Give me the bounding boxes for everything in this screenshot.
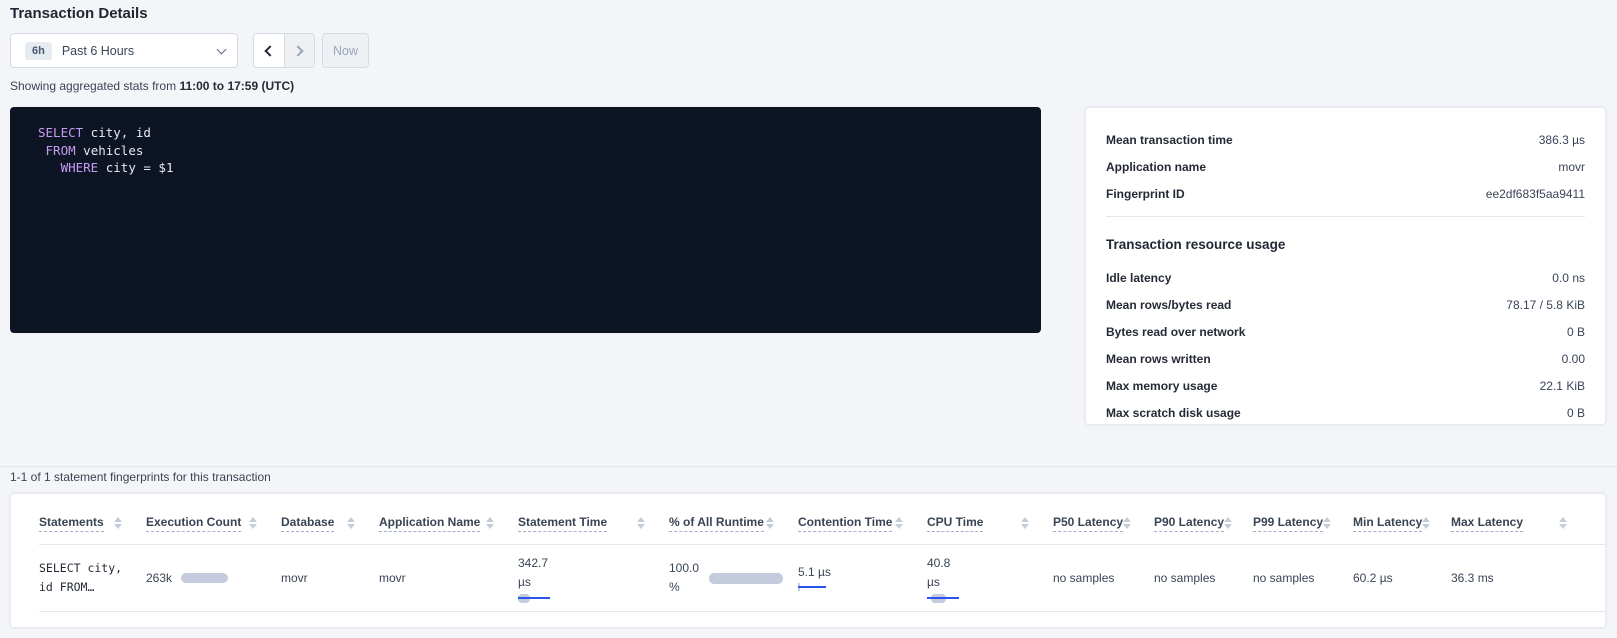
application-name-cell: movr <box>379 571 518 585</box>
min-latency-cell: 60.2 µs <box>1353 571 1451 585</box>
resource-value: 0 B <box>1567 325 1585 339</box>
sort-icon <box>1123 517 1131 529</box>
execution-count-cell: 263k <box>146 571 281 585</box>
database-cell: movr <box>281 571 379 585</box>
column-header-p90-latency[interactable]: P90 Latency <box>1154 515 1253 544</box>
sql-line: FROM vehicles <box>38 142 1041 160</box>
time-nav-arrows <box>253 33 315 68</box>
column-header-cpu-time[interactable]: CPU Time <box>927 515 1053 544</box>
transaction-summary-card: Mean transaction time 386.3 µs Applicati… <box>1085 107 1606 425</box>
time-range-badge: 6h <box>25 42 52 60</box>
aggregation-range-prefix: Showing aggregated stats from <box>10 79 179 93</box>
column-header-database[interactable]: Database <box>281 515 379 544</box>
p99-latency-cell: no samples <box>1253 571 1353 585</box>
column-header-p50-latency[interactable]: P50 Latency <box>1053 515 1154 544</box>
sort-icon <box>1021 517 1029 529</box>
resource-value: 78.17 / 5.8 KiB <box>1506 298 1585 312</box>
sort-icon <box>1559 517 1567 529</box>
resource-label: Bytes read over network <box>1106 325 1245 339</box>
sort-icon <box>766 517 774 529</box>
resource-row: Mean rows written 0.00 <box>1106 345 1585 372</box>
column-header-application-name[interactable]: Application Name <box>379 515 518 544</box>
sql-line: SELECT city, id <box>38 124 1041 142</box>
statement-time-bar <box>518 594 552 603</box>
p50-latency-cell: no samples <box>1053 571 1154 585</box>
sort-icon <box>637 517 645 529</box>
column-header-runtime-pct[interactable]: % of All Runtime <box>669 515 798 544</box>
now-button[interactable]: Now <box>322 33 369 68</box>
resource-value: 0 B <box>1567 406 1585 420</box>
table-header-row: Statements Execution Count Database Appl… <box>39 515 1605 545</box>
summary-label: Mean transaction time <box>1106 133 1233 147</box>
sql-statement-box: SELECT city, id FROM vehicles WHERE city… <box>10 107 1041 333</box>
column-header-statements[interactable]: Statements <box>39 515 146 544</box>
next-interval-button[interactable] <box>285 34 315 67</box>
column-header-max-latency[interactable]: Max Latency <box>1451 515 1591 544</box>
prev-interval-button[interactable] <box>254 34 285 67</box>
page-title: Transaction Details <box>10 5 148 22</box>
sort-icon <box>114 517 122 529</box>
resource-label: Mean rows/bytes read <box>1106 298 1231 312</box>
resource-row: Bytes read over network 0 B <box>1106 318 1585 345</box>
column-header-statement-time[interactable]: Statement Time <box>518 515 669 544</box>
chevron-left-icon <box>265 45 276 56</box>
summary-value: ee2df683f5aa9411 <box>1486 187 1585 201</box>
sort-icon <box>486 517 494 529</box>
max-latency-cell: 36.3 ms <box>1451 571 1591 585</box>
resource-row: Max scratch disk usage 0 B <box>1106 399 1585 426</box>
table-row: SELECT city, id FROM… 263k movr movr 342… <box>39 545 1605 612</box>
resource-value: 0.0 ns <box>1552 271 1585 285</box>
column-header-min-latency[interactable]: Min Latency <box>1353 515 1451 544</box>
sort-icon <box>1323 517 1331 529</box>
p90-latency-cell: no samples <box>1154 571 1253 585</box>
fingerprints-caption: 1-1 of 1 statement fingerprints for this… <box>10 470 271 484</box>
summary-row: Fingerprint ID ee2df683f5aa9411 <box>1106 180 1585 207</box>
runtime-pct-bar <box>709 573 783 584</box>
column-header-execution-count[interactable]: Execution Count <box>146 515 281 544</box>
sort-icon <box>249 517 257 529</box>
runtime-pct-cell: 100.0 % <box>669 559 798 597</box>
resource-label: Idle latency <box>1106 271 1171 285</box>
summary-value: 386.3 µs <box>1539 133 1585 147</box>
resource-label: Max memory usage <box>1106 379 1217 393</box>
contention-time-bar <box>798 583 826 591</box>
aggregation-range-text: Showing aggregated stats from 11:00 to 1… <box>10 79 294 93</box>
contention-time-cell: 5.1 µs <box>798 565 927 591</box>
resource-label: Max scratch disk usage <box>1106 406 1241 420</box>
summary-label: Application name <box>1106 160 1206 174</box>
statement-fingerprint-link[interactable]: SELECT city, id FROM… <box>39 559 146 597</box>
statements-table-card: Statements Execution Count Database Appl… <box>10 493 1606 628</box>
aggregation-range-value: 11:00 to 17:59 (UTC) <box>179 79 294 93</box>
chevron-down-icon <box>217 44 227 54</box>
summary-value: movr <box>1558 160 1585 174</box>
execution-count-bar <box>181 573 228 583</box>
resource-label: Mean rows written <box>1106 352 1211 366</box>
resource-value: 0.00 <box>1562 352 1585 366</box>
summary-row: Mean transaction time 386.3 µs <box>1106 126 1585 153</box>
sort-icon <box>895 517 903 529</box>
cpu-time-cell: 40.8 µs <box>927 554 1053 603</box>
resource-value: 22.1 KiB <box>1540 379 1585 393</box>
resource-row: Mean rows/bytes read 78.17 / 5.8 KiB <box>1106 291 1585 318</box>
sort-icon <box>1224 517 1232 529</box>
time-range-label: Past 6 Hours <box>62 44 134 58</box>
section-divider <box>0 466 1617 467</box>
sort-icon <box>1422 517 1430 529</box>
sql-line: WHERE city = $1 <box>38 159 1041 177</box>
cpu-time-bar <box>927 594 961 603</box>
summary-label: Fingerprint ID <box>1106 187 1185 201</box>
resource-row: Max memory usage 22.1 KiB <box>1106 372 1585 399</box>
column-header-contention-time[interactable]: Contention Time <box>798 515 927 544</box>
resource-usage-heading: Transaction resource usage <box>1106 237 1585 252</box>
resource-row: Idle latency 0.0 ns <box>1106 264 1585 291</box>
sort-icon <box>347 517 355 529</box>
summary-divider <box>1106 216 1585 217</box>
time-range-picker[interactable]: 6h Past 6 Hours <box>10 33 238 68</box>
summary-row: Application name movr <box>1106 153 1585 180</box>
statement-time-cell: 342.7 µs <box>518 554 669 603</box>
column-header-p99-latency[interactable]: P99 Latency <box>1253 515 1353 544</box>
chevron-right-icon <box>292 45 303 56</box>
